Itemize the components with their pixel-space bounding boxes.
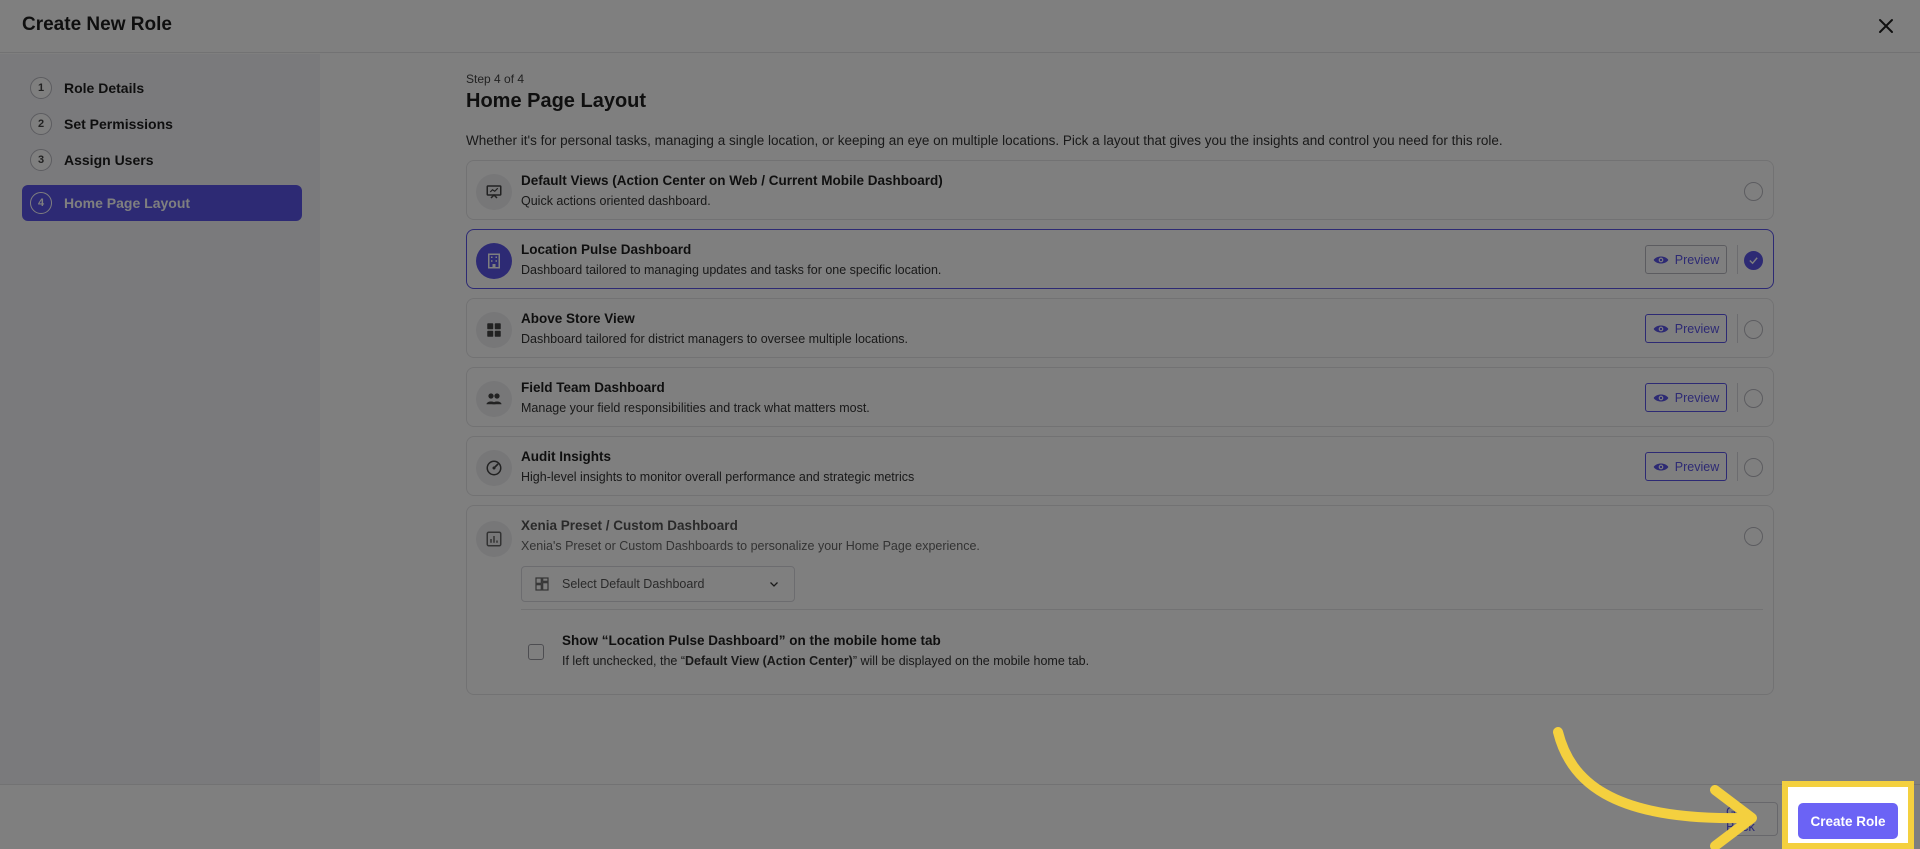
checkbox-description: If left unchecked, the “Default View (Ac… (562, 654, 1089, 668)
preview-label: Preview (1674, 459, 1720, 474)
create-role-highlight: Create Role (1782, 781, 1914, 849)
divider (521, 609, 1763, 610)
mobile-home-checkbox[interactable] (528, 644, 544, 660)
option-description: Xenia's Preset or Custom Dashboards to p… (521, 539, 980, 553)
steps-sidebar: 1 Role Details 2 Set Permissions 3 Assig… (0, 54, 320, 784)
option-title: Location Pulse Dashboard (521, 242, 692, 257)
option-radio-checked[interactable] (1744, 251, 1763, 270)
eye-icon (1653, 394, 1669, 401)
step-indicator: Step 4 of 4 (466, 72, 525, 86)
eye-icon (1653, 463, 1669, 470)
layout-option-default-views[interactable]: Default Views (Action Center on Web / Cu… (466, 160, 1774, 220)
option-radio[interactable] (1744, 389, 1763, 408)
layout-option-location-pulse[interactable]: Location Pulse Dashboard Dashboard tailo… (466, 229, 1774, 289)
option-title: Xenia Preset / Custom Dashboard (521, 518, 738, 533)
option-title: Audit Insights (521, 449, 611, 464)
option-description: Quick actions oriented dashboard. (521, 194, 711, 208)
chart-icon (476, 521, 512, 557)
check-icon (1749, 257, 1758, 265)
layout-option-field-team[interactable]: Field Team Dashboard Manage your field r… (466, 367, 1774, 427)
divider (1737, 314, 1738, 343)
step-number: 3 (30, 149, 52, 171)
pointer-arrow-icon (1553, 727, 1757, 849)
step-label: Home Page Layout (64, 195, 191, 211)
default-dashboard-select[interactable]: Select Default Dashboard (521, 566, 795, 602)
select-placeholder: Select Default Dashboard (562, 577, 705, 591)
option-title: Above Store View (521, 311, 635, 326)
preview-label: Preview (1674, 390, 1720, 405)
option-radio[interactable] (1744, 458, 1763, 477)
step-number: 1 (30, 77, 52, 99)
page-description: Whether it's for personal tasks, managin… (466, 133, 1503, 148)
option-title: Field Team Dashboard (521, 380, 665, 395)
close-icon[interactable] (1874, 14, 1898, 38)
option-radio[interactable] (1744, 182, 1763, 201)
divider (1737, 245, 1738, 274)
step-label: Assign Users (64, 152, 154, 168)
chevron-down-icon (770, 582, 778, 587)
step-assign-users[interactable]: 3 Assign Users (22, 142, 302, 178)
preview-button[interactable]: Preview (1645, 452, 1727, 481)
eye-icon (1653, 325, 1669, 332)
preview-label: Preview (1674, 321, 1720, 336)
grid-icon (476, 312, 512, 348)
preview-button[interactable]: Preview (1645, 245, 1727, 274)
team-icon (476, 381, 512, 417)
preview-button[interactable]: Preview (1645, 383, 1727, 412)
dashboard-icon (535, 577, 549, 591)
gauge-icon (476, 450, 512, 486)
layout-option-xenia-preset[interactable]: Xenia Preset / Custom Dashboard Xenia's … (466, 505, 1774, 695)
preview-label: Preview (1674, 252, 1720, 267)
layout-option-above-store[interactable]: Above Store View Dashboard tailored for … (466, 298, 1774, 358)
divider (1737, 452, 1738, 481)
desc-suffix: ” will be displayed on the mobile home t… (852, 654, 1090, 668)
option-description: High-level insights to monitor overall p… (521, 470, 915, 484)
desc-prefix: If left unchecked, the “ (562, 654, 685, 668)
eye-icon (1653, 256, 1669, 263)
building-icon (476, 243, 512, 279)
step-number: 2 (30, 113, 52, 135)
option-title: Default Views (Action Center on Web / Cu… (521, 173, 943, 188)
create-role-button-highlighted[interactable]: Create Role (1798, 803, 1898, 839)
step-number: 4 (30, 192, 52, 214)
step-label: Set Permissions (64, 116, 173, 132)
step-label: Role Details (64, 80, 145, 96)
step-home-page-layout[interactable]: 4 Home Page Layout (22, 185, 302, 221)
modal-title: Create New Role (22, 14, 172, 35)
option-radio[interactable] (1744, 320, 1763, 339)
option-description: Manage your field responsibilities and t… (521, 401, 870, 415)
step-set-permissions[interactable]: 2 Set Permissions (22, 106, 302, 142)
option-radio[interactable] (1744, 527, 1763, 546)
layout-option-audit-insights[interactable]: Audit Insights High-level insights to mo… (466, 436, 1774, 496)
modal-header: Create New Role (0, 0, 1920, 53)
checkbox-title: Show “Location Pulse Dashboard” on the m… (562, 633, 941, 648)
option-description: Dashboard tailored for district managers… (521, 332, 908, 346)
presentation-icon (476, 174, 512, 210)
option-description: Dashboard tailored to managing updates a… (521, 263, 942, 277)
step-role-details[interactable]: 1 Role Details (22, 70, 302, 106)
preview-button[interactable]: Preview (1645, 314, 1727, 343)
divider (1737, 383, 1738, 412)
page-title: Home Page Layout (466, 90, 647, 112)
desc-bold: Default View (Action Center) (685, 654, 853, 668)
